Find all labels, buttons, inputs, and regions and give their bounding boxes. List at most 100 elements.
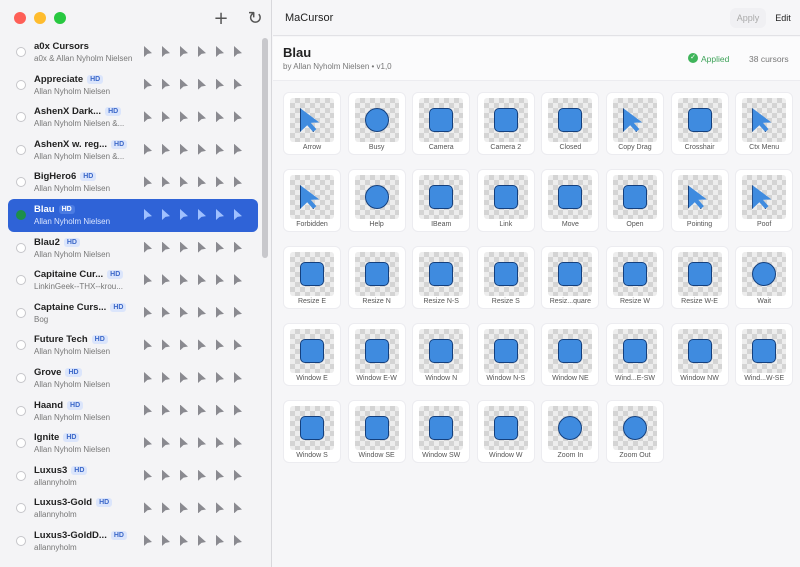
cursor-tile[interactable]: Window SE: [347, 400, 406, 463]
cursor-tile[interactable]: Zoom Out: [605, 400, 664, 463]
cursor-tile[interactable]: Resize E: [283, 246, 341, 309]
theme-row[interactable]: a0x Cursors a0x & Allan Nyholm Nielsen: [8, 36, 258, 69]
theme-row[interactable]: Haand HD Allan Nyholm Nielsen: [8, 395, 258, 428]
cursor-tile[interactable]: Poof: [735, 169, 794, 232]
radio-button[interactable]: [16, 144, 26, 155]
zoom-window-button[interactable]: [54, 12, 66, 24]
cursor-tile[interactable]: Open: [605, 169, 664, 232]
cursor-tile[interactable]: Window N: [412, 323, 471, 386]
cursor-tile[interactable]: Window NE: [541, 323, 600, 386]
radio-button[interactable]: [16, 209, 26, 220]
apply-button[interactable]: Apply: [730, 8, 766, 28]
crosshair-preview-icon: [216, 241, 224, 253]
cursor-tile[interactable]: Move: [541, 169, 600, 232]
cursor-icon: [752, 185, 772, 209]
radio-button[interactable]: [16, 503, 26, 514]
radio-button[interactable]: [16, 470, 26, 481]
radio-button[interactable]: [16, 307, 26, 318]
radio-button[interactable]: [16, 177, 26, 188]
radio-button[interactable]: [16, 79, 26, 90]
radio-button[interactable]: [16, 112, 26, 123]
cursor-thumbnail: [742, 175, 787, 219]
cursor-tile[interactable]: Copy Drag: [605, 92, 664, 155]
theme-row[interactable]: Captaine Curs... HD Bog: [8, 297, 258, 330]
theme-row[interactable]: Appreciate HD Allan Nyholm Nielsen: [8, 69, 258, 102]
cursor-tile[interactable]: IBeam: [412, 169, 471, 232]
radio-button[interactable]: [16, 405, 26, 416]
cursor-label: Window W: [489, 452, 523, 459]
cursor-tile[interactable]: Window NW: [670, 323, 729, 386]
cursor-tile[interactable]: Busy: [347, 92, 406, 155]
cursor-tile[interactable]: Help: [347, 169, 406, 232]
pointer-preview-icon: [144, 274, 152, 286]
edit-button[interactable]: Edit: [770, 8, 796, 28]
theme-row[interactable]: Capitaine Cur... HD LinkinGeek--THX--krou.…: [8, 264, 258, 297]
theme-row[interactable]: AshenX Dark... HD Allan Nyholm Nielsen &..…: [8, 101, 258, 134]
crosshair-preview-icon: [216, 437, 224, 449]
cursor-tile[interactable]: Window S: [283, 400, 341, 463]
cursor-tile[interactable]: Resiz...quare: [541, 246, 600, 309]
cursor-tile[interactable]: Crosshair: [670, 92, 729, 155]
cursor-tile[interactable]: Wind...E-SW: [605, 323, 664, 386]
cursor-tile[interactable]: Window N-S: [476, 323, 535, 386]
cursor-tile[interactable]: Forbidden: [283, 169, 341, 232]
theme-row[interactable]: BigHero6 HD Allan Nyholm Nielsen: [8, 166, 258, 199]
radio-button[interactable]: [16, 535, 26, 546]
cursor-icon: [687, 339, 712, 363]
radio-button[interactable]: [16, 275, 26, 286]
cursor-tile[interactable]: Closed: [541, 92, 600, 155]
theme-row[interactable]: Blau HD Allan Nyholm Nielsen: [8, 198, 258, 232]
sidebar-scrollbar[interactable]: [262, 38, 268, 258]
pointer-preview-icon: [144, 78, 152, 90]
cursor-tile[interactable]: Window W: [476, 400, 535, 463]
radio-button[interactable]: [16, 47, 26, 57]
cursor-tile[interactable]: Arrow: [283, 92, 341, 155]
link-preview-icon: [198, 534, 206, 546]
cursor-tile[interactable]: Ctx Menu: [735, 92, 794, 155]
radio-button[interactable]: [16, 372, 26, 383]
cursor-tile[interactable]: Window E: [283, 323, 341, 386]
cursor-tile[interactable]: Resize S: [476, 246, 535, 309]
cursor-tile[interactable]: Wind...W-SE: [735, 323, 794, 386]
cursor-tile[interactable]: Window SW: [412, 400, 471, 463]
cursor-tile[interactable]: Resize W-E: [670, 246, 729, 309]
close-window-button[interactable]: [14, 12, 26, 24]
radio-button[interactable]: [16, 340, 26, 351]
cursor-tile[interactable]: Resize N-S: [412, 246, 471, 309]
cursor-preview-strip: [144, 339, 244, 351]
cursor-label: Wind...W-SE: [744, 375, 785, 382]
cursor-icon: [493, 339, 518, 363]
cursor-label: Move: [561, 221, 579, 228]
cursor-thumbnail: [483, 406, 528, 450]
minimize-window-button[interactable]: [34, 12, 46, 24]
hd-badge: HD: [63, 237, 80, 247]
hd-badge: HD: [65, 367, 82, 377]
cursor-tile[interactable]: Pointing: [670, 169, 729, 232]
cursor-tile[interactable]: Zoom In: [541, 400, 600, 463]
theme-row[interactable]: Ignite HD Allan Nyholm Nielsen: [8, 427, 258, 460]
pointer-preview-icon: [144, 404, 152, 416]
theme-row[interactable]: Blau2 HD Allan Nyholm Nielsen: [8, 232, 258, 265]
theme-name: a0x Cursors: [34, 41, 89, 52]
cursor-tile[interactable]: Camera 2: [476, 92, 535, 155]
theme-row[interactable]: Luxus3-GoldD... HD allannyholm: [8, 525, 258, 558]
theme-row[interactable]: Luxus3 HD allannyholm: [8, 460, 258, 493]
cursor-tile[interactable]: Window E-W: [347, 323, 406, 386]
cursor-tile[interactable]: Resize W: [605, 246, 664, 309]
theme-row[interactable]: Luxus3-Gold HD allannyholm: [8, 492, 258, 525]
text-preview-icon: [234, 339, 242, 351]
radio-button[interactable]: [16, 438, 26, 449]
cursor-icon: [558, 416, 583, 440]
cursor-tile[interactable]: Wait: [735, 246, 794, 309]
cursor-tile[interactable]: Camera: [412, 92, 471, 155]
theme-row[interactable]: Grove HD Allan Nyholm Nielsen: [8, 362, 258, 395]
radio-button[interactable]: [16, 242, 26, 253]
cursor-tile[interactable]: Resize N: [347, 246, 406, 309]
refresh-button[interactable]: ↻: [244, 8, 266, 30]
cursor-label: Resize W: [619, 298, 650, 305]
text-preview-icon: [234, 534, 242, 546]
add-theme-button[interactable]: +: [210, 8, 232, 30]
theme-row[interactable]: AshenX w. reg... HD Allan Nyholm Nielsen &…: [8, 134, 258, 167]
theme-row[interactable]: Future Tech HD Allan Nyholm Nielsen: [8, 329, 258, 362]
cursor-tile[interactable]: Link: [476, 169, 535, 232]
